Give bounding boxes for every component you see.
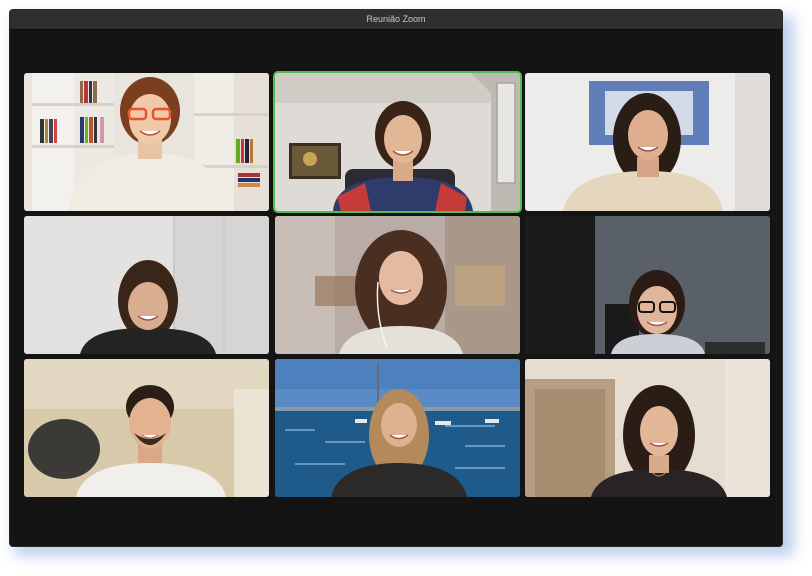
participant-video-4 <box>24 216 269 354</box>
participant-tile-4[interactable] <box>24 216 269 354</box>
participant-video-1 <box>24 73 269 211</box>
participant-video-8 <box>275 359 520 497</box>
participant-tile-6[interactable] <box>525 216 770 354</box>
zoom-window: Reunião Zoom <box>10 10 782 546</box>
participant-tile-5[interactable] <box>275 216 520 354</box>
window-title: Reunião Zoom <box>366 14 426 24</box>
participant-video-5 <box>275 216 520 354</box>
participant-video-7 <box>24 359 269 497</box>
participant-tile-7[interactable] <box>24 359 269 497</box>
participant-tile-9[interactable] <box>525 359 770 497</box>
participant-tile-1[interactable] <box>24 73 269 211</box>
participant-video-6 <box>525 216 770 354</box>
window-titlebar[interactable]: Reunião Zoom <box>10 10 782 30</box>
participant-tile-2-active-speaker[interactable] <box>275 73 520 211</box>
participant-video-3 <box>525 73 770 211</box>
participant-video-2 <box>275 73 520 211</box>
participant-tile-8[interactable] <box>275 359 520 497</box>
participant-tile-3[interactable] <box>525 73 770 211</box>
participant-video-9 <box>525 359 770 497</box>
